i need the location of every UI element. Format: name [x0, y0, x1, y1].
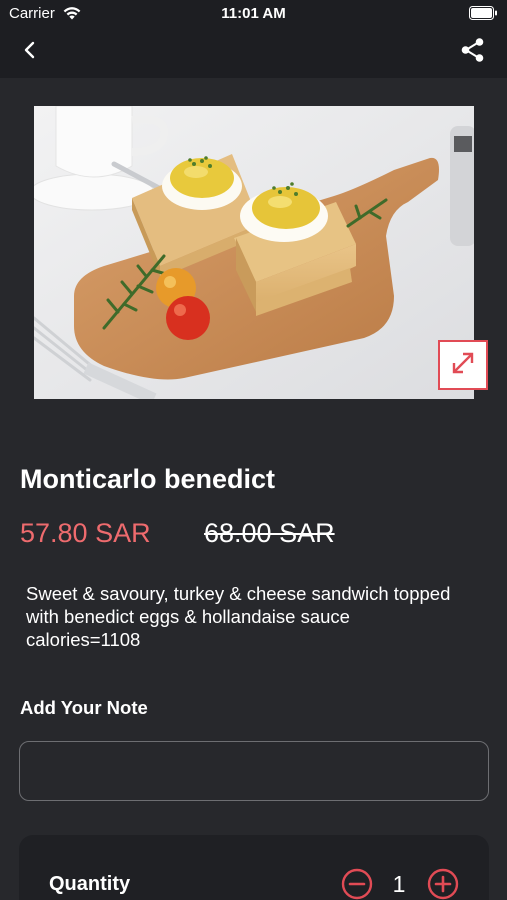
product-description: Sweet & savoury, turkey & cheese sandwic…	[26, 582, 486, 651]
quantity-increase-button[interactable]	[427, 868, 459, 900]
share-icon	[460, 37, 486, 68]
battery-icon	[469, 6, 498, 20]
quantity-value: 1	[392, 871, 406, 897]
status-time: 11:01 AM	[221, 5, 286, 22]
minus-circle-icon	[341, 868, 373, 900]
chevron-left-icon	[23, 41, 37, 64]
description-line: Sweet & savoury, turkey & cheese sandwic…	[26, 583, 451, 604]
note-label: Add Your Note	[20, 697, 148, 718]
product-detail-screen: Carrier 11:01 AM Monticarlo benedict 57.…	[0, 0, 507, 900]
back-button[interactable]	[16, 38, 44, 66]
quantity-card: Quantity 1	[19, 835, 489, 900]
share-button[interactable]	[459, 37, 487, 68]
expand-arrows-icon	[450, 350, 476, 381]
expand-image-button[interactable]	[438, 340, 488, 390]
product-title: Monticarlo benedict	[20, 464, 276, 494]
quantity-decrease-button[interactable]	[341, 868, 373, 900]
product-image[interactable]	[34, 106, 474, 399]
quantity-label: Quantity	[49, 873, 131, 895]
discounted-price: 57.80 SAR	[20, 518, 151, 548]
top-bar: Carrier 11:01 AM	[0, 0, 507, 78]
status-bar: Carrier 11:01 AM	[0, 0, 507, 28]
navigation-bar	[0, 28, 507, 78]
plus-circle-icon	[427, 868, 459, 900]
note-input[interactable]	[19, 741, 489, 801]
original-price: 68.00 SAR	[204, 518, 335, 548]
description-line: with benedict eggs & hollandaise sauce	[26, 606, 350, 627]
calories-line: calories=1108	[26, 629, 141, 650]
